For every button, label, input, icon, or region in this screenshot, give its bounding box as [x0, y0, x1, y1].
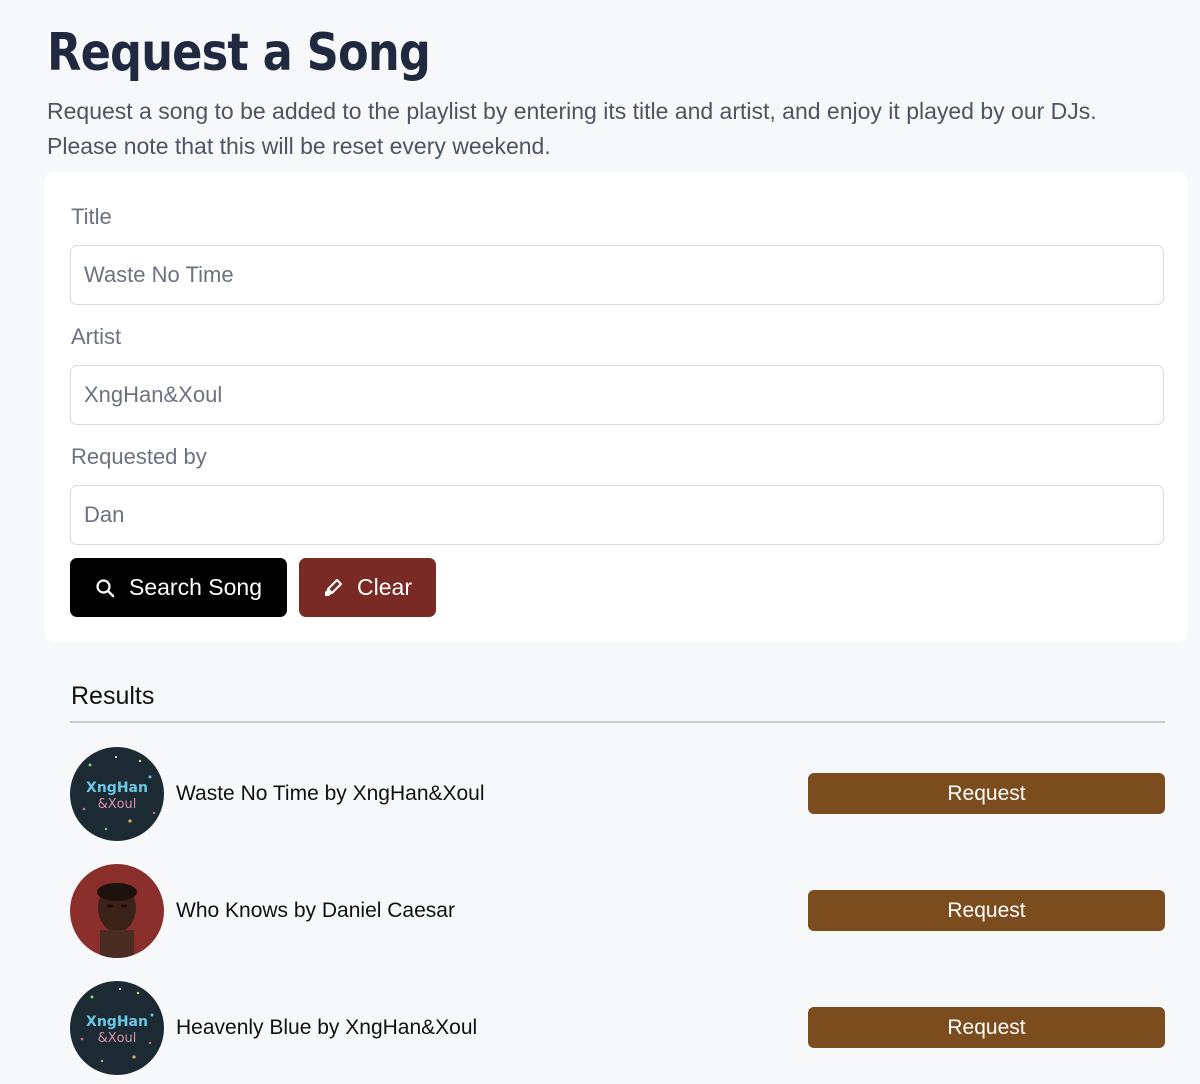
search-song-button[interactable]: Search Song: [70, 558, 287, 617]
svg-text:&Xoul: &Xoul: [98, 797, 137, 812]
result-item: XngHan &Xoul Waste No Time by XngHan&Xou…: [70, 747, 1165, 841]
search-icon: [95, 578, 115, 598]
clear-button-label: Clear: [357, 574, 412, 600]
album-cover-image: [70, 864, 164, 958]
result-song-text: Who Knows by Daniel Caesar: [176, 899, 455, 922]
svg-text:XngHan: XngHan: [86, 1014, 148, 1030]
results-divider: [70, 721, 1165, 723]
search-song-button-label: Search Song: [129, 574, 262, 600]
request-button[interactable]: Request: [808, 773, 1165, 814]
result-song-text: Waste No Time by XngHan&Xoul: [176, 782, 485, 805]
request-button[interactable]: Request: [808, 890, 1165, 931]
artist-input[interactable]: [70, 365, 1164, 425]
clear-button[interactable]: Clear: [299, 558, 436, 617]
svg-text:&Xoul: &Xoul: [98, 1031, 137, 1046]
album-cover-image: XngHan &Xoul: [70, 747, 164, 841]
album-cover-image: XngHan &Xoul: [70, 981, 164, 1075]
eraser-icon: [323, 578, 343, 598]
requested-by-field-label: Requested by: [71, 444, 207, 469]
artist-field-label: Artist: [71, 324, 122, 349]
svg-text:XngHan: XngHan: [86, 780, 148, 796]
requested-by-input[interactable]: [70, 485, 1164, 545]
result-item: Who Knows by Daniel Caesar Request: [70, 864, 1165, 958]
title-field-label: Title: [71, 204, 112, 229]
result-item: XngHan &Xoul Heavenly Blue by XngHan&Xou…: [70, 981, 1165, 1075]
result-song-text: Heavenly Blue by XngHan&Xoul: [176, 1016, 478, 1039]
results-heading: Results: [71, 682, 155, 710]
page-description: Request a song to be added to the playli…: [47, 98, 1097, 159]
title-input[interactable]: [70, 245, 1164, 305]
request-button[interactable]: Request: [808, 1007, 1165, 1048]
page-title: Request a Song: [47, 23, 431, 83]
